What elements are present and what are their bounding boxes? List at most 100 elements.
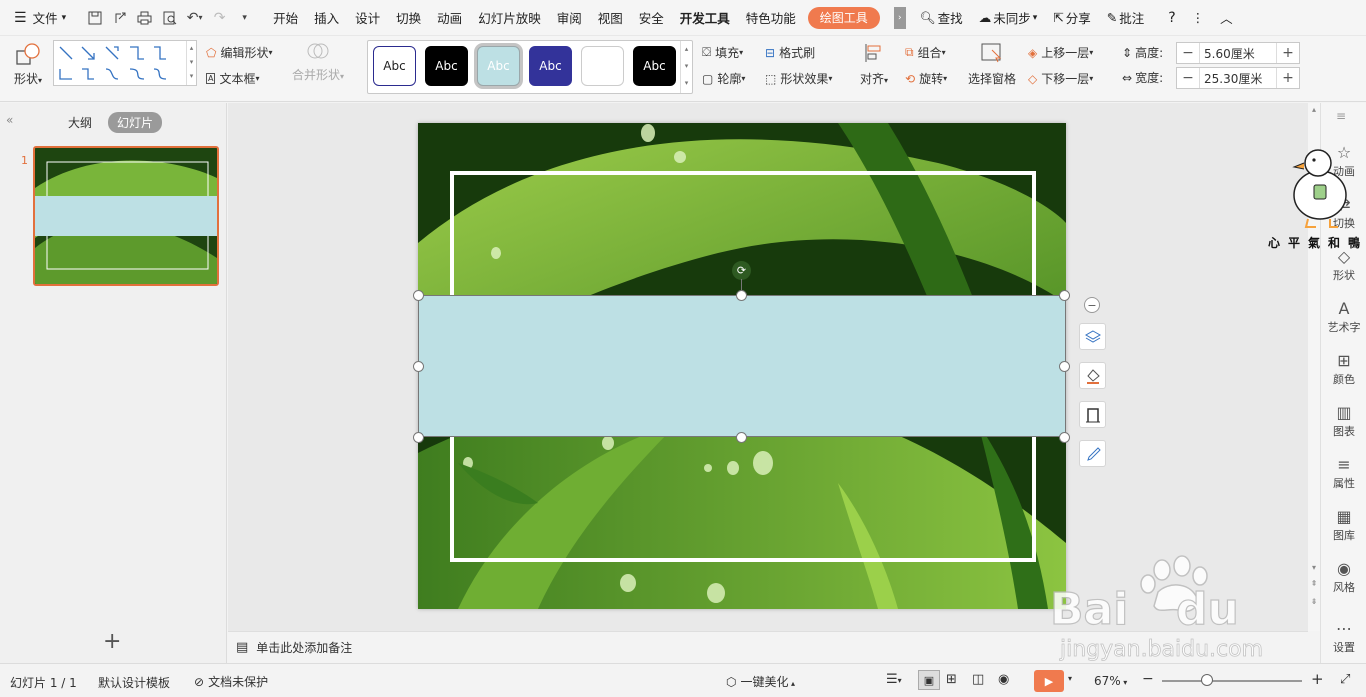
next-slide-icon[interactable]: ⇟	[1308, 597, 1320, 606]
more-options-icon[interactable]: ⋮	[1184, 0, 1213, 36]
height-input[interactable]: 5.60厘米	[1199, 43, 1277, 63]
template-name[interactable]: 默认设计模板	[98, 674, 170, 691]
normal-view-icon[interactable]: ▣	[918, 670, 940, 690]
textbox-button[interactable]: A 文本框 ▾	[206, 70, 260, 87]
add-slide-button[interactable]: +	[103, 629, 121, 654]
sidebar-item-3[interactable]: A 艺术字	[1321, 299, 1366, 335]
tab-2[interactable]: 设计	[347, 0, 388, 36]
outline-button[interactable]: ▢ 轮廓 ▾	[702, 70, 745, 87]
format-paint-icon[interactable]	[1079, 440, 1106, 467]
tab-5[interactable]: 幻灯片放映	[470, 0, 549, 36]
redo-icon[interactable]: ↷	[207, 0, 232, 36]
resize-handle-bottom-right[interactable]	[1059, 432, 1070, 443]
resize-handle-bottom[interactable]	[736, 432, 747, 443]
align-button[interactable]: 对齐▾	[860, 42, 888, 87]
customize-toolbar-icon[interactable]: ▾	[232, 0, 257, 36]
group-button[interactable]: ⧉ 组合 ▾	[905, 44, 946, 61]
collapse-ribbon-icon[interactable]: ︿	[1212, 0, 1241, 36]
tab-7[interactable]: 视图	[590, 0, 631, 36]
search-button[interactable]: 🔍︎ 查找	[912, 0, 971, 36]
tab-0[interactable]: 开始	[265, 0, 306, 36]
shape-outline-icon[interactable]	[1079, 401, 1106, 428]
tab-outline[interactable]: 大纲	[68, 114, 92, 131]
format-brush-button[interactable]: ⊟ 格式刷	[765, 44, 815, 61]
line-shape-gallery[interactable]: ▴ ▾ ▾	[53, 40, 197, 86]
sidebar-item-6[interactable]: ≡ 属性	[1321, 455, 1366, 491]
collapse-toolbar-icon[interactable]: −	[1084, 297, 1100, 313]
zoom-in-icon[interactable]: +	[1311, 670, 1324, 688]
sidebar-item-2[interactable]: ◇ 形状	[1321, 247, 1366, 283]
style-swatch[interactable]	[581, 46, 624, 86]
help-button[interactable]: ?	[1160, 0, 1183, 36]
selection-pane-button[interactable]: 选择窗格	[968, 42, 1016, 87]
tab-6[interactable]: 审阅	[549, 0, 590, 36]
print-icon[interactable]	[132, 0, 157, 36]
fit-window-icon[interactable]: ⤢	[1340, 672, 1350, 687]
resize-handle-top[interactable]	[736, 290, 747, 301]
resize-handle-right[interactable]	[1059, 361, 1070, 372]
merge-shape-button[interactable]: 合并形状▾	[292, 40, 344, 83]
style-swatch[interactable]: Abc	[373, 46, 416, 86]
tab-9[interactable]: 开发工具	[672, 0, 738, 36]
tab-slides[interactable]: 幻灯片	[108, 112, 163, 133]
more-tabs-icon[interactable]: ›	[893, 6, 906, 29]
resize-handle-top-left[interactable]	[413, 290, 424, 301]
zoom-level[interactable]: 67% ▾	[1094, 674, 1127, 688]
beautify-button[interactable]: ⬡ 一键美化 ▴	[726, 673, 795, 690]
zoom-slider-thumb[interactable]	[1201, 674, 1213, 686]
rotate-handle-icon[interactable]: ⟳	[732, 261, 751, 280]
file-menu[interactable]: ☰ 文件 ▾	[0, 0, 74, 36]
share-button[interactable]: ⇱ 分享	[1045, 0, 1099, 36]
presenter-view-icon[interactable]: ◉	[998, 672, 1009, 687]
gallery-scroll[interactable]: ▴ ▾ ▾	[186, 41, 196, 85]
selected-rectangle-shape[interactable]	[418, 295, 1066, 437]
style-swatch[interactable]: Abc	[477, 46, 520, 86]
resize-handle-bottom-left[interactable]	[413, 432, 424, 443]
layers-icon[interactable]	[1079, 323, 1106, 350]
resize-handle-left[interactable]	[413, 361, 424, 372]
sidebar-item-4[interactable]: ⊞ 颜色	[1321, 351, 1366, 387]
bring-forward-button[interactable]: ◈ 上移一层 ▾	[1028, 44, 1093, 61]
notes-view-icon[interactable]: ☰▾	[886, 672, 902, 687]
slideshow-options-icon[interactable]: ▾	[1068, 674, 1072, 683]
slide-thumbnail[interactable]	[33, 146, 219, 286]
style-swatch[interactable]: Abc	[633, 46, 676, 86]
play-slideshow-button[interactable]: ▶	[1034, 670, 1064, 692]
scroll-down-icon[interactable]: ▾	[1308, 563, 1320, 572]
comment-button[interactable]: ✎ 批注	[1099, 0, 1153, 36]
document-protection[interactable]: ⊘ 文档未保护	[194, 673, 268, 690]
resize-handle-top-right[interactable]	[1059, 290, 1070, 301]
tab-8[interactable]: 安全	[631, 0, 672, 36]
shape-button[interactable]: 形状▾	[8, 42, 48, 87]
slide-sorter-icon[interactable]: ⊞	[946, 672, 957, 687]
minus-icon[interactable]: −	[1177, 45, 1199, 61]
tab-10[interactable]: 特色功能	[738, 0, 804, 36]
tab-1[interactable]: 插入	[306, 0, 347, 36]
notes-placeholder[interactable]: 单击此处添加备注	[256, 639, 352, 656]
sync-button[interactable]: ☁ 未同步 ▾	[971, 0, 1046, 36]
rotate-button[interactable]: ⟲ 旋转 ▾	[905, 70, 947, 87]
height-stepper[interactable]: − 5.60厘米 +	[1176, 42, 1300, 64]
minus-icon[interactable]: −	[1177, 70, 1199, 86]
sidebar-item-8[interactable]: ◉ 风格	[1321, 559, 1366, 595]
scroll-up-icon[interactable]: ▴	[1308, 105, 1320, 114]
fill-button[interactable]: ⛋ 填充 ▾	[702, 44, 743, 61]
shape-fill-icon[interactable]	[1079, 362, 1106, 389]
edit-shape-button[interactable]: ⬠ 编辑形状 ▾	[206, 44, 272, 61]
print-preview-icon[interactable]	[157, 0, 182, 36]
prev-slide-icon[interactable]: ⇞	[1308, 579, 1320, 588]
sidebar-item-5[interactable]: ▥ 图表	[1321, 403, 1366, 439]
style-swatch[interactable]: Abc	[529, 46, 572, 86]
export-icon[interactable]	[107, 0, 132, 36]
collapse-panel-icon[interactable]: «	[6, 113, 13, 127]
plus-icon[interactable]: +	[1277, 45, 1299, 61]
zoom-out-icon[interactable]: −	[1142, 671, 1154, 687]
send-backward-button[interactable]: ◇ 下移一层 ▾	[1028, 70, 1093, 87]
zoom-slider[interactable]	[1162, 680, 1302, 682]
width-stepper[interactable]: − 25.30厘米 +	[1176, 67, 1300, 89]
sidebar-item-7[interactable]: ▦ 图库	[1321, 507, 1366, 543]
tab-4[interactable]: 动画	[429, 0, 470, 36]
save-icon[interactable]	[82, 0, 107, 36]
undo-icon[interactable]: ↶ ▾	[182, 0, 207, 36]
plus-icon[interactable]: +	[1277, 70, 1299, 86]
